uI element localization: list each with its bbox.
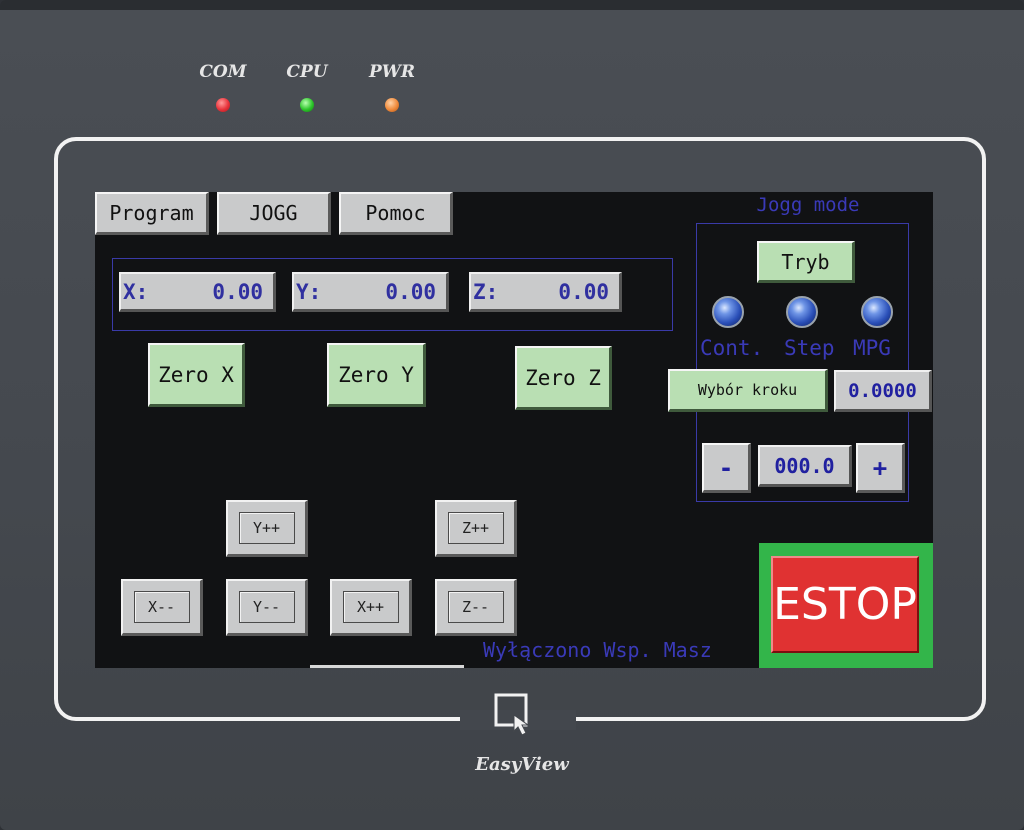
z-coordinate-value: 0.00 [558,279,609,304]
y-coordinate-display: Y: 0.00 [292,272,449,312]
y-coordinate-label: Y: [296,279,322,304]
x-coordinate-display: X: 0.00 [119,272,276,312]
zero-x-button[interactable]: Zero X [148,343,245,407]
mode-cont-label: Cont. [700,336,764,360]
tab-jogg[interactable]: JOGG [217,192,331,235]
feed-value-display: 000.0 [758,445,852,487]
brand-label: EasyView [475,754,569,775]
mode-cont-radio[interactable] [712,296,744,328]
zero-z-button[interactable]: Zero Z [515,346,612,410]
tab-program[interactable]: Program [95,192,209,235]
zero-y-button[interactable]: Zero Y [327,343,426,407]
decrease-button[interactable]: - [702,443,751,493]
mode-step-radio[interactable] [786,296,818,328]
y-coordinate-value: 0.00 [385,279,436,304]
led-com-indicator [216,98,230,112]
hmi-device: COM CPU PWR EasyView Program JOGG Pomoc … [0,0,1024,830]
tryb-button[interactable]: Tryb [757,241,855,283]
x-coordinate-value: 0.00 [212,279,263,304]
jog-x-minus-button[interactable]: X-- [121,579,203,636]
jog-x-plus-button[interactable]: X++ [330,579,412,636]
jogg-mode-title: Jogg mode [756,194,860,216]
bottom-bar [310,665,464,668]
jog-z-minus-button[interactable]: Z-- [435,579,517,636]
led-label-pwr: PWR [368,62,415,82]
jog-y-minus-label: Y-- [238,591,295,623]
jog-z-minus-label: Z-- [447,591,504,623]
mode-mpg-radio[interactable] [861,296,893,328]
increase-button[interactable]: + [856,443,905,493]
jog-z-plus-label: Z++ [447,512,504,544]
estop-button[interactable]: ESTOP [771,556,919,653]
jog-x-minus-label: X-- [133,591,190,623]
z-coordinate-label: Z: [473,279,499,304]
jog-y-plus-label: Y++ [238,512,295,544]
led-label-cpu: CPU [286,62,328,82]
step-value-display: 0.0000 [834,370,932,412]
mode-step-label: Step [784,336,835,360]
led-cpu-indicator [300,98,314,112]
led-pwr-indicator [385,98,399,112]
step-select-button[interactable]: Wybór kroku [668,369,828,412]
jog-y-plus-button[interactable]: Y++ [226,500,308,557]
x-coordinate-label: X: [123,279,149,304]
jog-x-plus-label: X++ [342,591,399,623]
led-label-com: COM [199,62,247,82]
mode-mpg-label: MPG [853,336,891,360]
jog-z-plus-button[interactable]: Z++ [435,500,517,557]
z-coordinate-display: Z: 0.00 [469,272,622,312]
tab-pomoc[interactable]: Pomoc [339,192,453,235]
touch-hand-icon [494,693,530,736]
hmi-screen: Program JOGG Pomoc X: 0.00 Y: 0.00 Z: 0.… [95,192,933,668]
jog-y-minus-button[interactable]: Y-- [226,579,308,636]
status-text: Wyłączono Wsp. Masz [483,638,712,662]
